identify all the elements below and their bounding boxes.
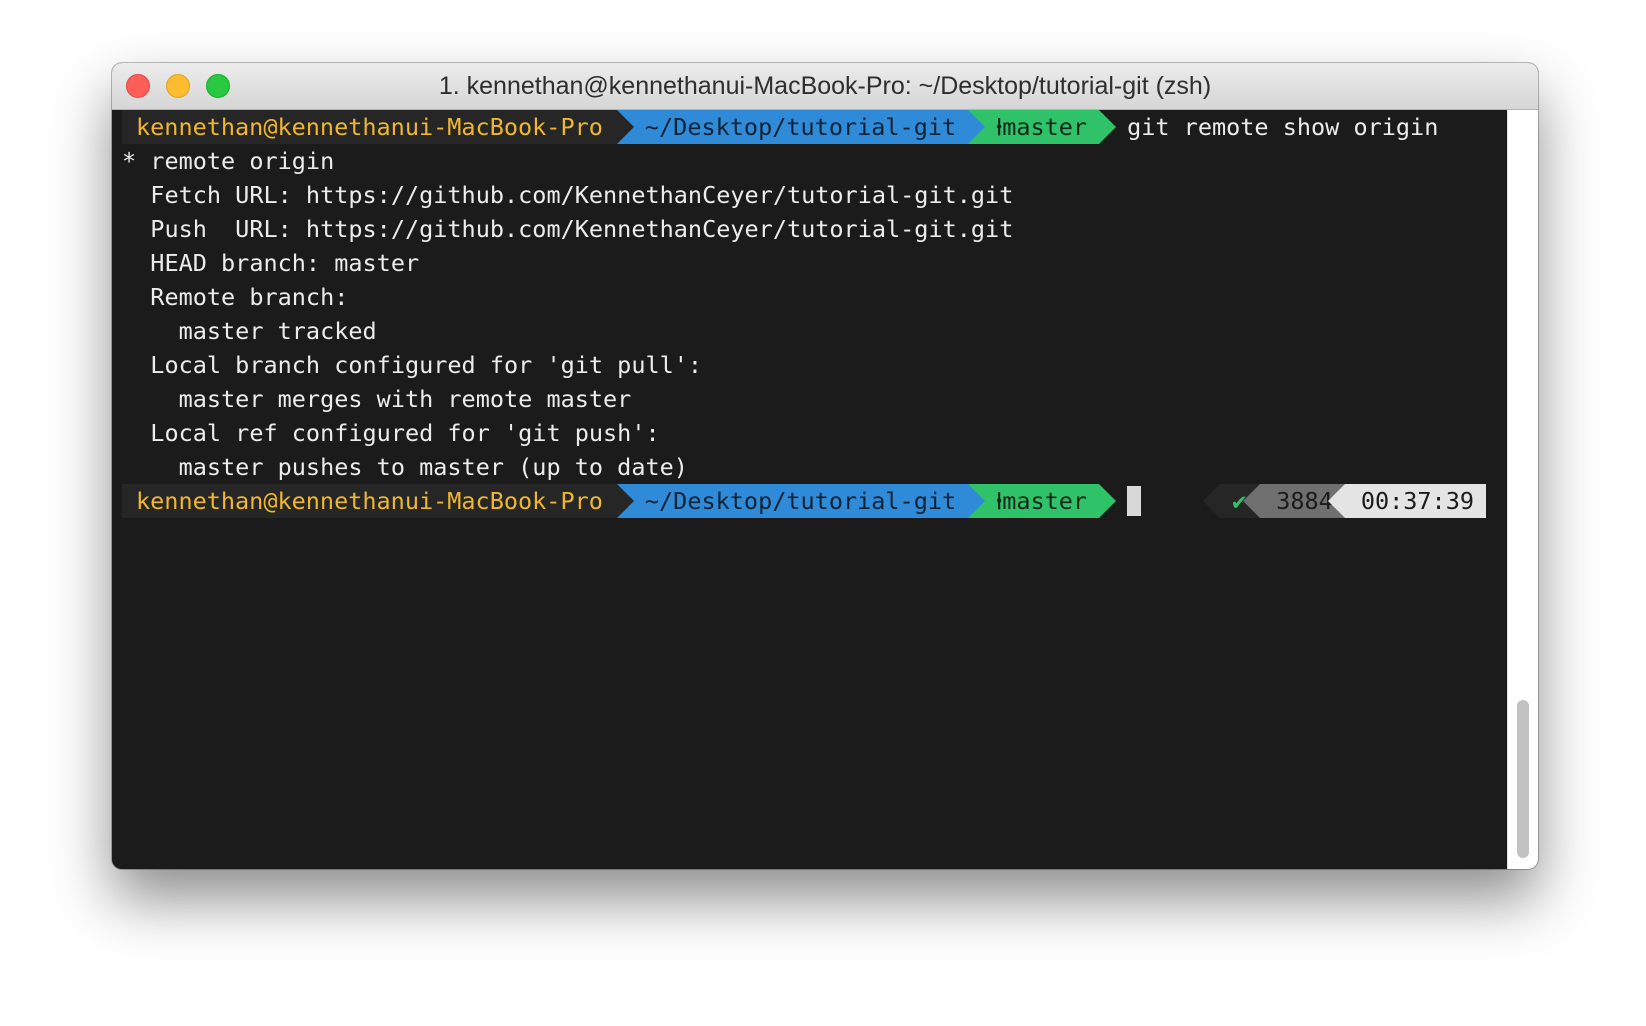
segment-arrow	[1099, 110, 1117, 144]
output-line: Fetch URL: https://github.com/KennethanC…	[122, 181, 1014, 209]
time-segment: 00:37:39	[1327, 484, 1486, 518]
prompt-directory-segment: ~/Desktop/tutorial-git	[616, 484, 986, 518]
output-line: Local branch configured for 'git pull':	[122, 351, 703, 379]
prompt-git-segment: ⍿master	[968, 484, 1117, 518]
scrollbar[interactable]	[1507, 110, 1538, 869]
output-line: master pushes to master (up to date)	[122, 453, 688, 481]
prompt-directory: ~/Desktop/tutorial-git	[644, 113, 957, 141]
prompt-line: kennethan@kennethanui-MacBook-Pro ~/Desk…	[122, 110, 1508, 144]
terminal-content[interactable]: kennethan@kennethanui-MacBook-Pro ~/Desk…	[112, 110, 1508, 869]
prompt-user-host: kennethan@kennethanui-MacBook-Pro	[136, 113, 603, 141]
window-title: 1. kennethan@kennethanui-MacBook-Pro: ~/…	[438, 72, 1212, 100]
scrollbar-thumb[interactable]	[1517, 700, 1529, 858]
prompt-branch: master	[1002, 487, 1088, 515]
output-line: HEAD branch: master	[122, 249, 420, 277]
prompt-branch: master	[1002, 113, 1088, 141]
output-line: Push URL: https://github.com/KennethanCe…	[122, 215, 1014, 243]
segment-arrow	[968, 484, 986, 518]
output-line: master tracked	[122, 317, 377, 345]
segment-arrow	[616, 484, 634, 518]
segment-arrow	[1243, 484, 1261, 518]
prompt-user-host: kennethan@kennethanui-MacBook-Pro	[136, 487, 603, 515]
terminal-window: 1. kennethan@kennethanui-MacBook-Pro: ~/…	[112, 63, 1538, 869]
output-line: master merges with remote master	[122, 385, 632, 413]
segment-arrow	[968, 110, 986, 144]
prompt-line-current[interactable]: kennethan@kennethanui-MacBook-Pro ~/Desk…	[122, 484, 1508, 518]
history-number: 3884	[1276, 487, 1333, 515]
command-text: git remote show origin	[1127, 113, 1439, 141]
prompt-git-segment: ⍿master	[968, 110, 1117, 144]
segment-arrow	[1327, 484, 1345, 518]
output-line: Local ref configured for 'git push':	[122, 419, 660, 447]
text-cursor[interactable]	[1127, 486, 1142, 516]
output-line: * remote origin	[122, 147, 335, 175]
prompt-directory: ~/Desktop/tutorial-git	[644, 487, 957, 515]
title-bar[interactable]: 1. kennethan@kennethanui-MacBook-Pro: ~/…	[112, 63, 1538, 110]
time: 00:37:39	[1360, 487, 1474, 515]
output-line: Remote branch:	[122, 283, 349, 311]
segment-arrow	[1099, 484, 1117, 518]
prompt-user-host-segment: kennethan@kennethanui-MacBook-Pro	[122, 110, 634, 144]
right-prompt: ✔ 3884 00:37:39	[1203, 484, 1486, 518]
prompt-directory-segment: ~/Desktop/tutorial-git	[616, 110, 986, 144]
segment-arrow	[616, 110, 634, 144]
segment-arrow	[1203, 484, 1221, 518]
prompt-user-host-segment: kennethan@kennethanui-MacBook-Pro	[122, 484, 634, 518]
